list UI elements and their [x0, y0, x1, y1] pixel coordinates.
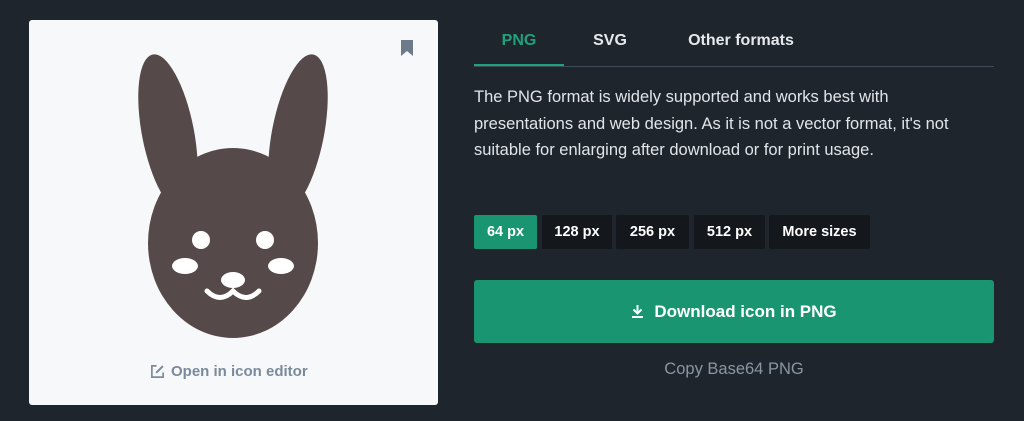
bunny-face-icon — [138, 54, 328, 338]
size-256px-button[interactable]: 256 px — [616, 215, 689, 249]
more-sizes-button[interactable]: More sizes — [769, 215, 870, 249]
download-button-label: Download icon in PNG — [654, 301, 837, 321]
tab-svg[interactable]: SVG — [580, 20, 640, 64]
download-png-button[interactable]: Download icon in PNG — [474, 280, 994, 343]
download-icon — [632, 304, 644, 318]
size-128px-button[interactable]: 128 px — [542, 215, 612, 249]
open-in-icon-editor-label: Open in icon editor — [171, 362, 308, 380]
format-tabs: PNG SVG Other formats — [474, 20, 994, 67]
open-in-icon-editor-link[interactable]: Open in icon editor — [150, 362, 308, 380]
bookmark-icon[interactable] — [400, 40, 414, 56]
format-description: The PNG format is widely supported and w… — [474, 88, 949, 159]
tab-other-formats[interactable]: Other formats — [670, 20, 812, 64]
tab-png[interactable]: PNG — [474, 20, 564, 66]
copy-base64-link[interactable]: Copy Base64 PNG — [474, 360, 994, 379]
size-64px-button[interactable]: 64 px — [474, 215, 537, 249]
size-512px-button[interactable]: 512 px — [694, 215, 765, 249]
edit-icon — [151, 364, 164, 378]
